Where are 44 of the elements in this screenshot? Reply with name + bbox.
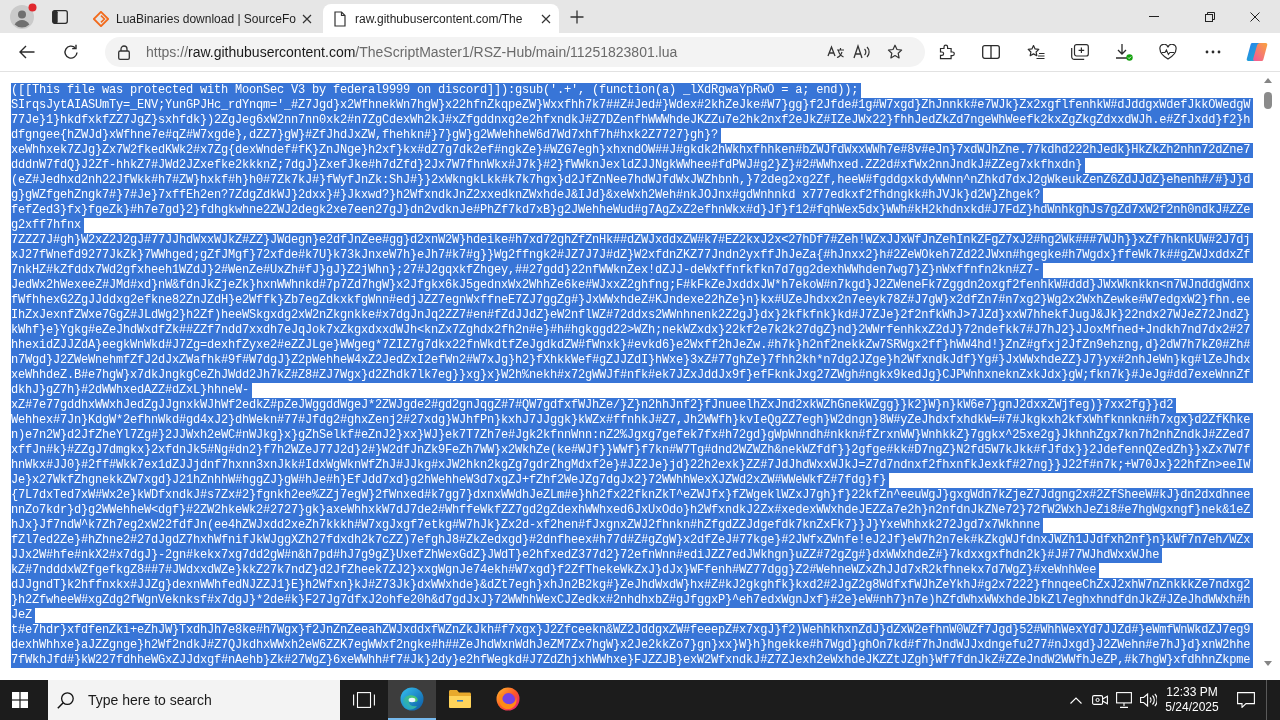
heart-icon[interactable] xyxy=(1159,44,1178,60)
app-logo-icon[interactable] xyxy=(1246,42,1269,62)
read-aloud-icon[interactable] xyxy=(853,44,871,60)
search-field[interactable]: Type here to search xyxy=(48,680,340,720)
folder-icon xyxy=(448,689,472,709)
tab-actions-icon[interactable] xyxy=(52,8,68,25)
close-tab-icon[interactable] xyxy=(302,13,312,24)
clock-time[interactable]: 12:33 PM xyxy=(1166,685,1218,700)
round-logo-icon xyxy=(496,687,520,711)
lock-icon[interactable] xyxy=(118,44,130,60)
close-icon[interactable] xyxy=(1250,11,1260,22)
network-icon[interactable] xyxy=(1116,692,1132,708)
notification-icon[interactable] xyxy=(1237,692,1255,708)
new-tab-icon[interactable] xyxy=(570,9,584,24)
restore-icon[interactable] xyxy=(1205,11,1215,22)
clock-date[interactable]: 5/24/2025 xyxy=(1165,700,1219,715)
back-icon[interactable] xyxy=(19,45,35,59)
favorites-icon[interactable] xyxy=(1026,44,1045,60)
video-camera-icon[interactable] xyxy=(1092,693,1108,707)
scroll-down-icon[interactable] xyxy=(1264,661,1272,666)
address-field[interactable]: https://raw.githubusercontent.com/TheScriptMaster1/RSZ-Hub/main/11251823801.lua xyxy=(105,37,925,67)
volume-icon[interactable] xyxy=(1139,693,1157,707)
split-screen-icon[interactable] xyxy=(982,45,1001,59)
collections-icon[interactable] xyxy=(1070,44,1089,60)
scrollbar-thumb[interactable] xyxy=(1264,92,1272,109)
more-icon[interactable] xyxy=(1204,50,1221,54)
taskbar-app-button[interactable] xyxy=(388,680,436,720)
diamond-icon xyxy=(93,10,109,27)
refresh-icon[interactable] xyxy=(63,44,79,60)
chevron-up-icon[interactable] xyxy=(1070,696,1082,704)
page-icon xyxy=(332,10,348,27)
wave-logo-icon xyxy=(400,687,424,711)
profile-avatar-icon[interactable] xyxy=(10,2,37,29)
browser-tab[interactable]: LuaBinaries download | SourceFo xyxy=(84,4,320,33)
close-tab-icon[interactable] xyxy=(541,13,551,24)
puzzle-icon[interactable] xyxy=(939,44,955,60)
scroll-up-icon[interactable] xyxy=(1264,78,1272,83)
search-icon xyxy=(57,692,74,709)
download-icon[interactable] xyxy=(1115,43,1134,61)
star-icon[interactable] xyxy=(887,44,903,60)
task-view-icon[interactable] xyxy=(353,692,375,708)
start-icon[interactable] xyxy=(12,692,28,708)
browser-tab[interactable]: raw.githubusercontent.com/The xyxy=(323,4,559,33)
translate-icon[interactable] xyxy=(827,44,845,60)
